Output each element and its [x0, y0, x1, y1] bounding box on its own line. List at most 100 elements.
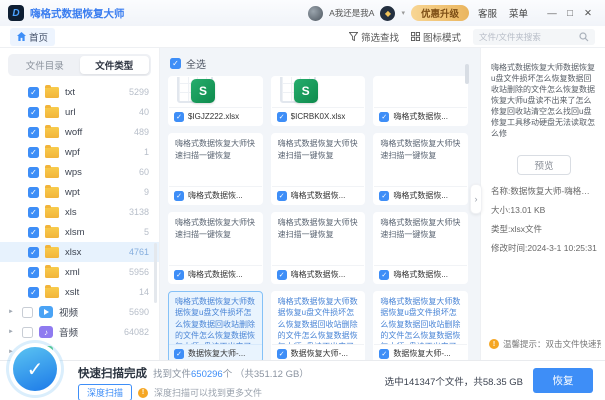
sidebar: 文件目录 文件类型 txt5299url40woff489wpf1wps60wp…	[0, 48, 160, 360]
item-count: 3138	[129, 207, 149, 217]
expand-arrow-icon[interactable]: ►	[8, 309, 16, 315]
file-card[interactable]: 嗨格式数据恢复大师快速扫描一键恢复嗨格式数据恢...	[271, 133, 366, 205]
card-preview: 嗨格式数据恢复大师数据恢复u盘文件损坏怎么恢复数据回收站删除的文件怎么恢复数据恢…	[374, 292, 467, 344]
card-filename: 嗨格式数据恢...	[188, 190, 243, 201]
expand-arrow-icon[interactable]: ►	[8, 349, 16, 355]
card-checkbox[interactable]	[277, 270, 287, 280]
upgrade-button[interactable]: 优惠升级	[411, 5, 469, 21]
file-card[interactable]: 嗨格式数据恢复大师快速扫描一键恢复嗨格式数据恢...	[373, 212, 468, 284]
item-count: 5956	[129, 267, 149, 277]
card-checkbox[interactable]	[379, 270, 389, 280]
card-checkbox[interactable]	[174, 112, 184, 122]
deep-scan-button[interactable]: 深度扫描	[78, 384, 132, 400]
filter-button[interactable]: 筛选查找	[349, 30, 399, 44]
sidebar-item-xls[interactable]: xls 3138	[0, 202, 159, 222]
file-card[interactable]: 嗨格式数据恢复大师数据恢复u盘文件损坏怎么恢复数据回收站删除的文件怎么恢复数据恢…	[373, 291, 468, 360]
file-card[interactable]: 嗨格式数据恢复大师数据恢复u盘文件损坏怎么恢复数据回收站删除的文件怎么恢复数据恢…	[271, 291, 366, 360]
card-checkbox[interactable]	[174, 270, 184, 280]
select-all-checkbox[interactable]	[170, 58, 181, 69]
card-preview: 嗨格式数据恢复大师快速扫描一键恢复	[272, 213, 365, 265]
file-card[interactable]: 嗨格式数据恢...	[373, 76, 468, 126]
sidebar-item-音频[interactable]: ►音频64082	[0, 322, 159, 342]
sidebar-scrollbar[interactable]	[154, 243, 157, 303]
item-label: xls	[65, 207, 77, 218]
card-filename: 数据恢复大师-...	[393, 348, 450, 359]
minimize-button[interactable]: —	[543, 8, 561, 19]
menu-link[interactable]: 菜单	[509, 6, 528, 20]
app-title: 嗨格式数据恢复大师	[30, 6, 125, 21]
check-icon: ✓	[27, 357, 44, 382]
sidebar-item-xslt[interactable]: xslt14	[0, 282, 159, 302]
vip-badge-icon[interactable]: ◆	[380, 6, 395, 21]
card-checkbox[interactable]	[277, 349, 287, 359]
recover-button[interactable]: 恢复	[533, 368, 593, 393]
sidebar-item-wpf[interactable]: wpf1	[0, 142, 159, 162]
file-card[interactable]: 嗨格式数据恢复大师快速扫描一键恢复嗨格式数据恢...	[168, 212, 263, 284]
icon-mode-button[interactable]: 图标模式	[411, 30, 461, 44]
item-checkbox[interactable]	[28, 147, 39, 158]
sidebar-item-wpt[interactable]: wpt9	[0, 182, 159, 202]
panel-tip: ! 温馨提示：双击文件快速预览	[489, 338, 601, 350]
item-count: 4761	[129, 247, 149, 257]
search-box[interactable]	[473, 29, 595, 45]
file-card[interactable]: S$IGJZ222.xlsx	[168, 76, 263, 126]
sidebar-item-url[interactable]: url40	[0, 102, 159, 122]
card-filename: 嗨格式数据恢...	[291, 269, 346, 280]
sidebar-item-xlsx[interactable]: xlsx4761	[0, 242, 159, 262]
maximize-button[interactable]: □	[561, 8, 579, 19]
selection-summary: 选中141347个文件，共58.35 GB	[385, 374, 523, 388]
expand-arrow-icon[interactable]: ►	[8, 329, 16, 335]
item-checkbox[interactable]	[28, 247, 39, 258]
sidebar-item-视频[interactable]: ►视频5690	[0, 302, 159, 322]
item-label: woff	[65, 127, 82, 138]
close-button[interactable]: ✕	[579, 8, 597, 19]
item-checkbox[interactable]	[22, 307, 33, 318]
card-name-row: 嗨格式数据恢...	[272, 186, 365, 204]
chevron-down-icon[interactable]: ▾	[401, 9, 405, 17]
item-checkbox[interactable]	[28, 287, 39, 298]
item-checkbox[interactable]	[28, 87, 39, 98]
avatar[interactable]	[308, 6, 323, 21]
support-link[interactable]: 客服	[478, 6, 497, 20]
item-checkbox[interactable]	[28, 227, 39, 238]
item-checkbox[interactable]	[28, 187, 39, 198]
item-checkbox[interactable]	[28, 107, 39, 118]
panel-collapse-button[interactable]: ›	[470, 184, 482, 214]
item-checkbox[interactable]	[28, 127, 39, 138]
tab-file-directory[interactable]: 文件目录	[10, 56, 80, 74]
home-button[interactable]: 首页	[10, 28, 55, 46]
card-checkbox[interactable]	[379, 349, 389, 359]
card-preview-text: 嗨格式数据恢复大师数据恢复u盘文件损坏怎么恢复数据回收站删除的文件怎么恢复数据恢…	[278, 296, 359, 344]
app-window: D 嗨格式数据恢复大师 A我还是我A ◆ ▾ 优惠升级 客服 菜单 — □ ✕ …	[0, 0, 605, 400]
scan-complete-icon: ✓	[13, 347, 57, 391]
grid-scrollbar[interactable]	[465, 64, 469, 84]
sidebar-item-woff[interactable]: woff489	[0, 122, 159, 142]
search-input[interactable]	[479, 32, 575, 42]
search-icon[interactable]	[579, 32, 589, 42]
file-card[interactable]: 嗨格式数据恢复大师快速扫描一键恢复嗨格式数据恢...	[373, 133, 468, 205]
preview-button[interactable]: 预览	[517, 155, 571, 175]
card-name-row: 嗨格式数据恢...	[169, 265, 262, 283]
item-checkbox[interactable]	[22, 327, 33, 338]
sidebar-item-xml[interactable]: xml5956	[0, 262, 159, 282]
select-all-row[interactable]: 全选	[170, 56, 468, 70]
tab-file-type[interactable]: 文件类型	[80, 56, 150, 74]
file-card[interactable]: S$ICRBK0X.xlsx	[271, 76, 366, 126]
item-checkbox[interactable]	[28, 167, 39, 178]
item-checkbox[interactable]	[28, 207, 39, 218]
card-checkbox[interactable]	[379, 191, 389, 201]
item-checkbox[interactable]	[28, 267, 39, 278]
file-card[interactable]: 嗨格式数据恢复大师快速扫描一键恢复嗨格式数据恢...	[271, 212, 366, 284]
card-checkbox[interactable]	[174, 349, 184, 359]
select-all-label: 全选	[186, 56, 206, 71]
card-filename: $ICRBK0X.xlsx	[291, 112, 346, 121]
file-card[interactable]: 嗨格式数据恢复大师快速扫描一键恢复嗨格式数据恢...	[168, 133, 263, 205]
sidebar-item-xlsm[interactable]: xlsm5	[0, 222, 159, 242]
card-checkbox[interactable]	[277, 191, 287, 201]
card-checkbox[interactable]	[379, 112, 389, 122]
sidebar-item-wps[interactable]: wps60	[0, 162, 159, 182]
card-checkbox[interactable]	[174, 191, 184, 201]
card-checkbox[interactable]	[277, 112, 287, 122]
sidebar-item-txt[interactable]: txt5299	[0, 82, 159, 102]
file-card[interactable]: 嗨格式数据恢复大师数据恢复u盘文件损坏怎么恢复数据回收站删除的文件怎么恢复数据恢…	[168, 291, 263, 360]
